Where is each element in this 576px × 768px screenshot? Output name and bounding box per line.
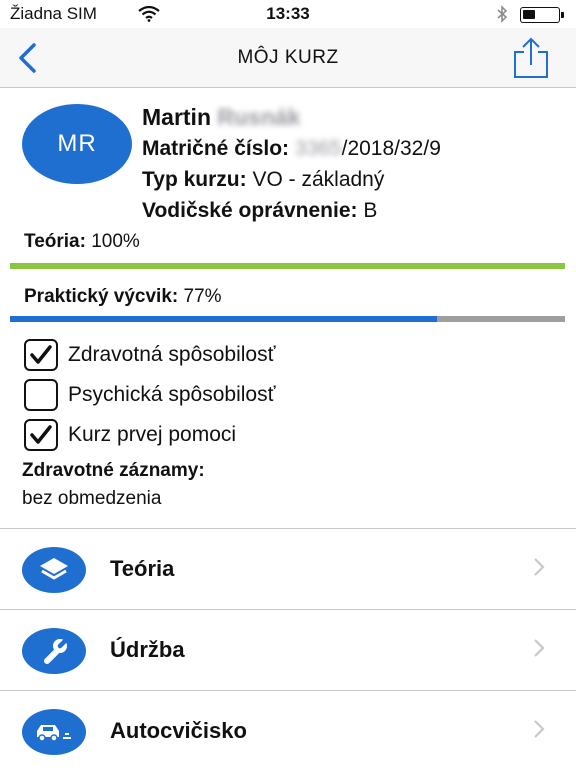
license-value: B	[363, 199, 378, 222]
practical-progress-text: Praktický výcvik: 77%	[24, 286, 222, 308]
last-name-redacted: Rusnák	[217, 104, 301, 130]
profile-info: Martin Rusnák Matričné číslo: 3365/2018/…	[142, 102, 441, 226]
clock: 13:33	[266, 4, 310, 23]
registration-suffix: /2018/32/9	[341, 137, 441, 160]
menu-item-label: Teória	[110, 556, 175, 581]
share-button[interactable]	[510, 36, 552, 80]
theory-progress-fill	[10, 263, 565, 269]
battery-icon	[520, 7, 564, 23]
layers-icon	[22, 547, 86, 593]
bluetooth-icon	[496, 5, 508, 28]
checkmark-icon	[30, 425, 52, 444]
checklist-label: Zdravotná spôsobilosť	[68, 343, 276, 366]
course-type-row: Typ kurzu: VO - základný	[142, 164, 441, 195]
health-records-value: bez obmedzenia	[22, 488, 162, 509]
practical-label: Praktický výcvik:	[24, 286, 179, 307]
first-name: Martin	[142, 104, 211, 130]
status-bar: Žiadna SIM 13:33	[0, 0, 576, 28]
checklist-item: Kurz prvej pomoci	[24, 415, 276, 455]
registration-label: Matričné číslo:	[142, 137, 290, 160]
health-records: Zdravotné záznamy: bez obmedzenia	[22, 460, 205, 510]
health-records-label: Zdravotné záznamy:	[22, 460, 205, 481]
theory-progress-bar	[10, 263, 565, 269]
practical-value: 77%	[183, 286, 222, 307]
menu-item-maintenance[interactable]: Údržba	[0, 609, 576, 690]
checklist-label: Psychická spôsobilosť	[68, 383, 276, 406]
checkbox	[24, 339, 58, 371]
requirements-checklist: Zdravotná spôsobilosť Psychická spôsobil…	[24, 335, 276, 455]
menu-item-training-ground[interactable]: Autocvičisko	[0, 690, 576, 768]
license-label: Vodičské oprávnenie:	[142, 199, 358, 222]
checklist-label: Kurz prvej pomoci	[68, 423, 237, 446]
chevron-right-icon	[533, 719, 545, 744]
page-title: MÔJ KURZ	[237, 47, 339, 68]
menu-list: Teória Údržba Autocvičisko	[0, 528, 576, 768]
registration-row: Matričné číslo: 3365/2018/32/9	[142, 133, 441, 164]
checklist-item: Zdravotná spôsobilosť	[24, 335, 276, 375]
checkbox	[24, 379, 58, 411]
checkbox	[24, 419, 58, 451]
menu-item-label: Autocvičisko	[110, 718, 247, 743]
checkmark-icon	[30, 345, 52, 364]
avatar: MR	[22, 104, 132, 184]
nav-bar: MÔJ KURZ	[0, 28, 576, 88]
wrench-icon	[22, 628, 86, 674]
share-icon	[514, 37, 548, 78]
license-row: Vodičské oprávnenie: B	[142, 195, 441, 226]
course-type-label: Typ kurzu:	[142, 168, 247, 191]
menu-item-theory[interactable]: Teória	[0, 528, 576, 609]
student-name: Martin Rusnák	[142, 102, 441, 133]
registration-prefix-redacted: 3365	[294, 137, 342, 160]
menu-item-label: Údržba	[110, 637, 185, 662]
practical-progress-fill	[10, 316, 438, 322]
theory-label: Teória:	[24, 231, 86, 252]
checklist-item: Psychická spôsobilosť	[24, 375, 276, 415]
car-icon	[22, 709, 86, 755]
theory-progress-text: Teória: 100%	[24, 231, 140, 253]
theory-value: 100%	[91, 231, 140, 252]
chevron-right-icon	[533, 638, 545, 663]
chevron-right-icon	[533, 557, 545, 582]
practical-progress-bar	[10, 316, 565, 322]
course-type-value: VO - základný	[252, 168, 385, 191]
